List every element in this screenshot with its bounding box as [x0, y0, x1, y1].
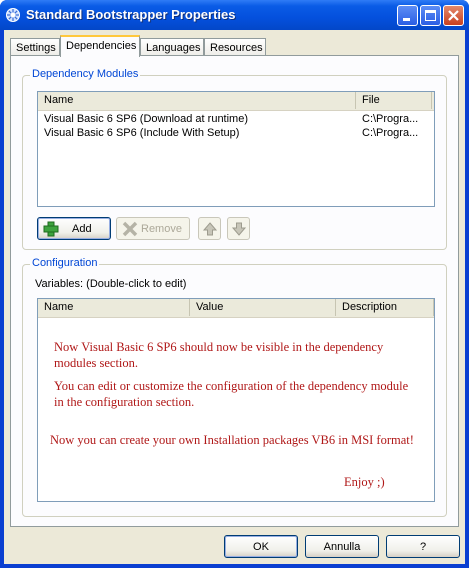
- maximize-icon: [425, 10, 436, 21]
- help-button[interactable]: ?: [386, 535, 460, 558]
- move-up-button[interactable]: [198, 217, 221, 240]
- cancel-button-label: Annulla: [323, 541, 361, 553]
- instruction-note-msi: Now you can create your own Installation…: [50, 433, 414, 447]
- remove-button[interactable]: Remove: [116, 217, 190, 240]
- group-title: Dependency Modules: [30, 68, 141, 80]
- instruction-note-customize: You can edit or customize the configurat…: [54, 379, 409, 409]
- close-icon: [448, 10, 459, 21]
- tab-label: Languages: [146, 42, 201, 54]
- configuration-variables-list[interactable]: Name Value Description Now Visual Basic …: [37, 298, 435, 502]
- move-down-button[interactable]: [227, 217, 250, 240]
- tab-label: Dependencies: [66, 40, 137, 52]
- module-file: C:\Progra...: [362, 127, 419, 139]
- variables-label: Variables: (Double-click to edit): [35, 278, 187, 290]
- plus-icon: [43, 221, 59, 237]
- tab-label: Settings: [16, 42, 56, 54]
- maximize-button[interactable]: [420, 5, 441, 26]
- window-title: Standard Bootstrapper Properties: [26, 7, 236, 22]
- title-bar[interactable]: Standard Bootstrapper Properties: [0, 0, 469, 30]
- tab-dependencies[interactable]: Dependencies: [60, 35, 140, 57]
- configuration-group: Configuration Variables: (Double-click t…: [22, 257, 447, 517]
- add-button[interactable]: Add: [37, 217, 111, 240]
- arrow-down-icon: [231, 222, 247, 236]
- arrow-up-icon: [202, 222, 218, 236]
- bootstrapper-app-icon: [6, 8, 20, 22]
- module-file: C:\Progra...: [362, 113, 419, 125]
- group-title: Configuration: [30, 257, 100, 269]
- minimize-button[interactable]: [397, 5, 418, 26]
- column-header-name[interactable]: Name: [38, 299, 190, 316]
- ok-button-label: OK: [253, 541, 269, 553]
- minimize-icon: [403, 18, 410, 21]
- list-header: Name Value Description: [38, 299, 434, 318]
- dependency-modules-list[interactable]: Name File Visual Basic 6 SP6 (Download a…: [37, 91, 435, 207]
- list-item[interactable]: Visual Basic 6 SP6 (Download at runtime)…: [38, 113, 434, 127]
- add-button-label: Add: [72, 223, 92, 235]
- help-button-label: ?: [419, 541, 427, 553]
- module-name: Visual Basic 6 SP6 (Download at runtime): [44, 113, 249, 125]
- tab-label: Resources: [210, 42, 263, 54]
- dialog-window: Standard Bootstrapper Properties Setting…: [0, 0, 469, 568]
- list-item[interactable]: Visual Basic 6 SP6 (Include With Setup) …: [38, 127, 434, 141]
- dependencies-tab-panel: Dependency Modules Name File Visual Basi…: [10, 55, 459, 527]
- column-header-name[interactable]: Name: [38, 92, 356, 109]
- dependency-modules-group: Dependency Modules Name File Visual Basi…: [22, 68, 447, 250]
- ok-button[interactable]: OK: [224, 535, 298, 558]
- module-name: Visual Basic 6 SP6 (Include With Setup): [44, 127, 240, 139]
- column-header-value[interactable]: Value: [190, 299, 336, 316]
- dialog-client-area: Settings Dependencies Languages Resource…: [4, 30, 465, 564]
- column-header-file[interactable]: File: [356, 92, 432, 109]
- remove-button-label: Remove: [141, 223, 182, 235]
- list-header: Name File: [38, 92, 434, 111]
- remove-x-icon: [122, 221, 138, 237]
- cancel-button[interactable]: Annulla: [305, 535, 379, 558]
- instruction-note-enjoy: Enjoy ;): [344, 475, 385, 489]
- column-header-description[interactable]: Description: [336, 299, 434, 316]
- close-button[interactable]: [443, 5, 464, 26]
- instruction-note-visible: Now Visual Basic 6 SP6 should now be vis…: [54, 340, 384, 370]
